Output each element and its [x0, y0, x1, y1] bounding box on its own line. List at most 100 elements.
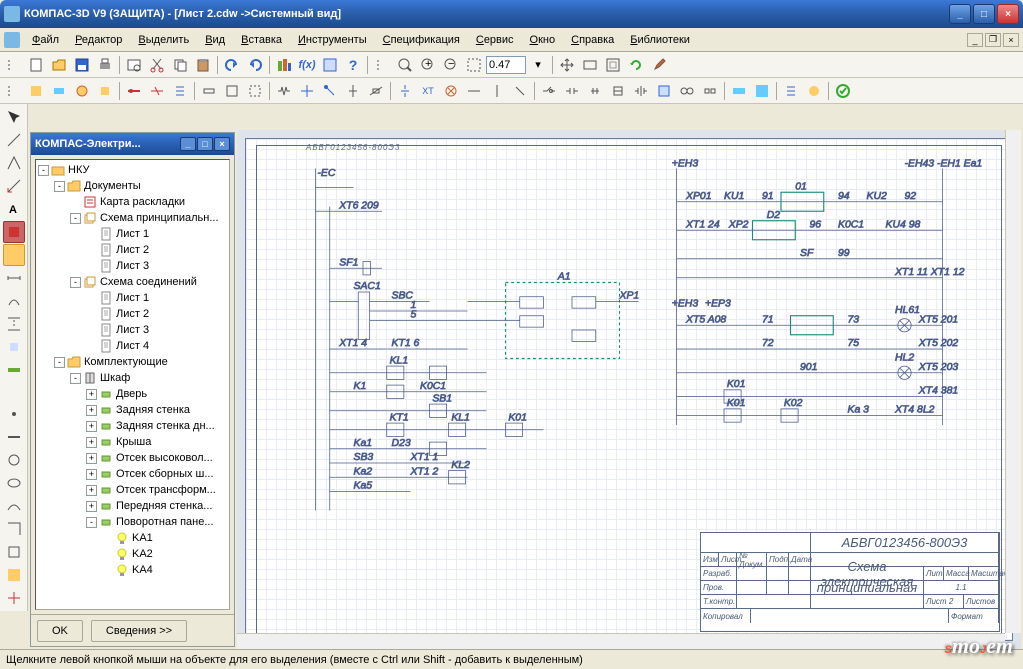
tree-node[interactable]: Лист 3	[38, 258, 227, 274]
el-btn-22[interactable]	[538, 80, 560, 102]
expander-icon[interactable]: +	[86, 405, 97, 416]
tree-node[interactable]: +Отсек сборных ш...	[38, 466, 227, 482]
el-btn-3[interactable]	[71, 80, 93, 102]
tree-node[interactable]: Лист 1	[38, 290, 227, 306]
print-button[interactable]	[94, 54, 116, 76]
el-btn-23[interactable]	[561, 80, 583, 102]
refresh-button[interactable]	[625, 54, 647, 76]
el-btn-6[interactable]	[146, 80, 168, 102]
zoom-prev-button[interactable]	[579, 54, 601, 76]
tree-node[interactable]: -Документы	[38, 178, 227, 194]
el-btn-12[interactable]	[296, 80, 318, 102]
el-btn-5[interactable]	[123, 80, 145, 102]
tree-node[interactable]: +Крыша	[38, 434, 227, 450]
tree-node[interactable]: Лист 2	[38, 242, 227, 258]
menu-spec[interactable]: Спецификация	[375, 32, 468, 48]
zoom-fit-button[interactable]	[394, 54, 416, 76]
maximize-button[interactable]: □	[973, 4, 995, 24]
tree-node[interactable]: Лист 3	[38, 322, 227, 338]
el-btn-8[interactable]	[198, 80, 220, 102]
mdi-minimize[interactable]: _	[967, 33, 983, 47]
fx-button[interactable]: f(x)	[296, 54, 318, 76]
panel-minimize[interactable]: _	[180, 137, 196, 151]
expander-icon[interactable]: +	[86, 469, 97, 480]
el-btn-26[interactable]	[630, 80, 652, 102]
zoom-all-button[interactable]	[602, 54, 624, 76]
expander-icon[interactable]: -	[38, 165, 49, 176]
library-button[interactable]	[273, 54, 295, 76]
tree-node[interactable]: Лист 2	[38, 306, 227, 322]
el-btn-32[interactable]	[780, 80, 802, 102]
el-btn-10[interactable]	[244, 80, 266, 102]
handle2-icon[interactable]	[371, 54, 393, 76]
ok-button[interactable]: OK	[37, 620, 83, 642]
drawing-sheet[interactable]: АБВГ0123456-800Э3 -EC XT6 209 SF1	[245, 138, 1013, 641]
handle3-icon[interactable]	[2, 80, 24, 102]
tree-node[interactable]: +Задняя стенка дн...	[38, 418, 227, 434]
tree-node[interactable]: -Поворотная пане...	[38, 514, 227, 530]
tree-node[interactable]: KA1	[38, 530, 227, 546]
el-btn-29[interactable]	[699, 80, 721, 102]
expander-icon[interactable]: -	[70, 373, 81, 384]
lt-1[interactable]	[3, 106, 25, 128]
undo-button[interactable]	[221, 54, 243, 76]
tree-node[interactable]: -НКУ	[38, 162, 227, 178]
el-btn-19[interactable]	[463, 80, 485, 102]
tree-node[interactable]: +Дверь	[38, 386, 227, 402]
el-btn-1[interactable]	[25, 80, 47, 102]
canvas[interactable]: АБВГ0123456-800Э3 -EC XT6 209 SF1	[237, 130, 1021, 649]
brush-button[interactable]	[648, 54, 670, 76]
tree-node[interactable]: +Отсек высоковол...	[38, 450, 227, 466]
menu-editor[interactable]: Редактор	[67, 32, 130, 48]
help-button[interactable]: ?	[342, 54, 364, 76]
menu-help[interactable]: Справка	[563, 32, 622, 48]
tree-node[interactable]: KA2	[38, 546, 227, 562]
scrollbar-vertical[interactable]	[1005, 130, 1021, 633]
expander-icon[interactable]: +	[86, 421, 97, 432]
expander-icon[interactable]: +	[86, 501, 97, 512]
el-btn-34[interactable]	[832, 80, 854, 102]
cut-button[interactable]	[146, 54, 168, 76]
scrollbar-horizontal[interactable]	[237, 633, 1005, 649]
expander-icon[interactable]: -	[54, 357, 65, 368]
menu-select[interactable]: Выделить	[130, 32, 197, 48]
menu-libraries[interactable]: Библиотеки	[622, 32, 698, 48]
tree-view[interactable]: -НКУ-ДокументыКарта раскладки-Схема прин…	[35, 159, 230, 610]
preview-button[interactable]	[123, 54, 145, 76]
handle-icon[interactable]	[2, 54, 24, 76]
el-btn-14[interactable]	[342, 80, 364, 102]
tree-node[interactable]: -Схема принципиальн...	[38, 210, 227, 226]
el-btn-2[interactable]	[48, 80, 70, 102]
expander-icon[interactable]: +	[86, 485, 97, 496]
menu-file[interactable]: Файл	[24, 32, 67, 48]
el-btn-17[interactable]: XT	[417, 80, 439, 102]
menu-tools[interactable]: Инструменты	[290, 32, 375, 48]
zoom-input[interactable]	[486, 56, 526, 74]
new-button[interactable]	[25, 54, 47, 76]
expander-icon[interactable]: -	[54, 181, 65, 192]
pan-button[interactable]	[556, 54, 578, 76]
copy-button[interactable]	[169, 54, 191, 76]
tree-node[interactable]: +Задняя стенка	[38, 402, 227, 418]
el-btn-28[interactable]	[676, 80, 698, 102]
el-btn-30[interactable]	[728, 80, 750, 102]
tree-node[interactable]: +Передняя стенка...	[38, 498, 227, 514]
zoom-out-button[interactable]: −	[440, 54, 462, 76]
tree-node[interactable]: Лист 1	[38, 226, 227, 242]
zoom-window-button[interactable]	[463, 54, 485, 76]
zoom-dropdown[interactable]: ▾	[527, 54, 549, 76]
menu-view[interactable]: Вид	[197, 32, 233, 48]
info-button[interactable]: Сведения >>	[91, 620, 187, 642]
mdi-close[interactable]: ×	[1003, 33, 1019, 47]
tree-node[interactable]: -Шкаф	[38, 370, 227, 386]
expander-icon[interactable]: +	[86, 437, 97, 448]
menu-insert[interactable]: Вставка	[233, 32, 290, 48]
redo-button[interactable]	[244, 54, 266, 76]
el-btn-11[interactable]	[273, 80, 295, 102]
el-btn-25[interactable]	[607, 80, 629, 102]
paste-button[interactable]	[192, 54, 214, 76]
el-btn-33[interactable]	[803, 80, 825, 102]
el-btn-21[interactable]	[509, 80, 531, 102]
save-button[interactable]	[71, 54, 93, 76]
expander-icon[interactable]: +	[86, 389, 97, 400]
